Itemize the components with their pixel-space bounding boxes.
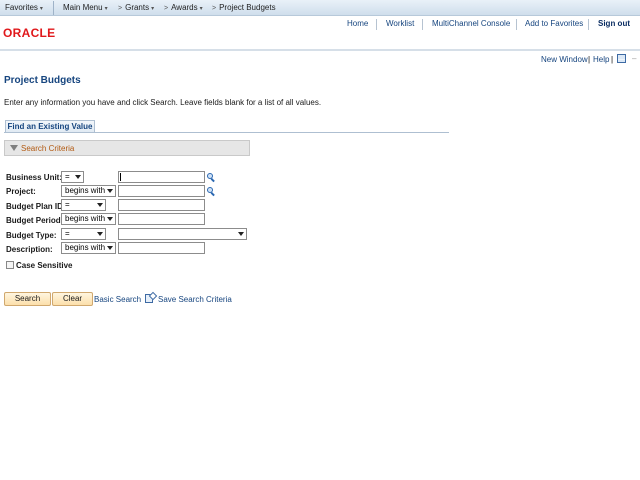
dropdown-arrow-icon xyxy=(107,217,113,221)
operator-value: begins with xyxy=(65,243,106,252)
main-menu-label: Main Menu xyxy=(63,3,103,12)
business-unit-input[interactable] xyxy=(118,171,205,183)
help-link[interactable]: Help xyxy=(593,55,609,64)
budget-plan-id-operator-select[interactable]: = xyxy=(61,199,106,211)
operator-value: begins with xyxy=(65,214,106,223)
personalize-page-grid-icon[interactable] xyxy=(617,54,626,63)
business-unit-operator-select[interactable]: = xyxy=(61,171,84,183)
nav-divider xyxy=(53,1,54,15)
chevron-down-icon: ▾ xyxy=(199,6,203,12)
breadcrumb-project-budgets[interactable]: > Project Budgets xyxy=(212,3,276,12)
search-button[interactable]: Search xyxy=(4,292,51,306)
tab-underline xyxy=(4,132,449,133)
dropdown-arrow-icon xyxy=(97,232,103,236)
budget-type-operator-select[interactable]: = xyxy=(61,228,106,240)
breadcrumb-arrow-icon: > xyxy=(164,5,169,12)
budget-period-operator-select[interactable]: begins with xyxy=(61,213,116,225)
project-operator-select[interactable]: begins with xyxy=(61,185,116,197)
header-link-home[interactable]: Home xyxy=(347,19,368,31)
save-search-criteria-icon[interactable] xyxy=(145,291,158,304)
chevron-down-icon: ▾ xyxy=(151,6,155,12)
operator-value: = xyxy=(65,229,70,238)
case-sensitive-checkbox[interactable] xyxy=(6,261,14,269)
oracle-logo: ORACLE xyxy=(3,26,56,40)
header-link-add-to-favorites[interactable]: Add to Favorites xyxy=(525,19,583,31)
operator-value: = xyxy=(65,172,70,181)
budget-plan-id-label: Budget Plan ID: xyxy=(6,202,66,211)
budget-plan-id-input[interactable] xyxy=(118,199,205,211)
header-link-worklist[interactable]: Worklist xyxy=(386,19,414,31)
breadcrumb-awards[interactable]: > Awards ▾ xyxy=(164,3,203,12)
description-input[interactable] xyxy=(118,242,205,254)
sign-out-link[interactable]: Sign out xyxy=(598,19,630,31)
project-input[interactable] xyxy=(118,185,205,197)
header-divider xyxy=(422,19,423,30)
page-title: Project Budgets xyxy=(4,75,81,86)
breadcrumb-label: Project Budgets xyxy=(219,3,276,12)
new-window-link[interactable]: New Window xyxy=(541,55,588,64)
business-unit-label: Business Unit: xyxy=(6,173,63,182)
util-separator: | xyxy=(611,55,614,64)
main-menu[interactable]: Main Menu ▾ xyxy=(63,3,108,12)
business-unit-lookup-icon[interactable] xyxy=(206,172,216,183)
breadcrumb-label: Grants xyxy=(125,3,150,12)
search-criteria-header[interactable]: Search Criteria xyxy=(4,140,250,156)
breadcrumb-arrow-icon: > xyxy=(118,5,123,12)
util-separator: | xyxy=(588,55,591,64)
breadcrumb-grants[interactable]: > Grants ▾ xyxy=(118,3,154,12)
dropdown-arrow-icon xyxy=(238,232,244,236)
header-divider xyxy=(516,19,517,30)
budget-type-label: Budget Type: xyxy=(6,231,57,240)
save-search-criteria-link[interactable]: Save Search Criteria xyxy=(158,295,232,304)
description-label: Description: xyxy=(6,245,53,254)
header-divider-line xyxy=(0,49,640,51)
search-criteria-label: Search Criteria xyxy=(21,144,75,153)
header: ORACLE Home Worklist MultiChannel Consol… xyxy=(0,16,640,50)
chevron-down-icon: ▾ xyxy=(104,6,108,12)
operator-value: begins with xyxy=(65,186,106,195)
chevron-down-icon: ▾ xyxy=(39,6,43,12)
dropdown-arrow-icon xyxy=(97,203,103,207)
dash-icon: – xyxy=(632,54,637,63)
instruction-text: Enter any information you have and click… xyxy=(4,98,322,107)
basic-search-link[interactable]: Basic Search xyxy=(94,295,141,304)
favorites-label: Favorites xyxy=(5,3,38,12)
project-lookup-icon[interactable] xyxy=(206,186,216,197)
clear-button[interactable]: Clear xyxy=(52,292,93,306)
budget-period-label: Budget Period: xyxy=(6,216,64,225)
favorites-menu[interactable]: Favorites ▾ xyxy=(5,3,43,12)
collapse-triangle-icon xyxy=(10,145,18,151)
header-link-multichannel-console[interactable]: MultiChannel Console xyxy=(432,19,510,31)
dropdown-arrow-icon xyxy=(107,246,113,250)
header-divider xyxy=(376,19,377,30)
project-label: Project: xyxy=(6,187,36,196)
breadcrumb-arrow-icon: > xyxy=(212,5,217,12)
budget-period-input[interactable] xyxy=(118,213,205,225)
dropdown-arrow-icon xyxy=(75,175,81,179)
operator-value: = xyxy=(65,200,70,209)
description-operator-select[interactable]: begins with xyxy=(61,242,116,254)
breadcrumb-label: Awards xyxy=(171,3,198,12)
case-sensitive-label: Case Sensitive xyxy=(16,261,73,270)
dropdown-arrow-icon xyxy=(107,189,113,193)
budget-type-value-select[interactable] xyxy=(118,228,247,240)
header-divider xyxy=(588,19,589,30)
top-nav-bar: Favorites ▾ Main Menu ▾ > Grants ▾ > Awards ▾ … xyxy=(0,0,640,16)
